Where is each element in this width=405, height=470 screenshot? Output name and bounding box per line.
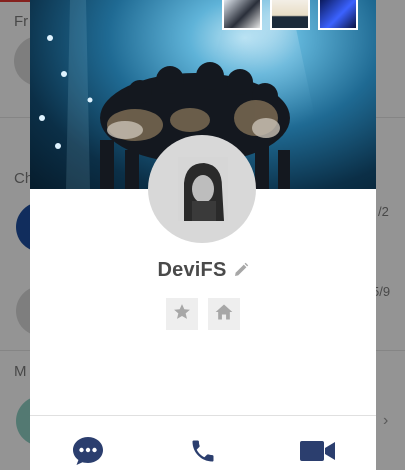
gallery-thumbnail[interactable] — [222, 0, 262, 30]
profile-card: DeviFS — [30, 0, 376, 470]
profile-name: DeviFS — [157, 258, 227, 281]
divider — [30, 415, 376, 416]
video-camera-icon — [300, 439, 336, 468]
gallery-thumbnail[interactable] — [318, 0, 358, 30]
video-call-button[interactable] — [300, 436, 336, 470]
chat-button[interactable] — [71, 436, 105, 470]
profile-name-row: DeviFS — [30, 256, 376, 284]
star-icon — [172, 302, 192, 327]
chat-bubble-icon — [72, 436, 104, 470]
pencil-icon[interactable] — [233, 262, 249, 278]
portrait-image — [178, 157, 228, 221]
favorite-button[interactable] — [166, 298, 198, 330]
profile-avatar[interactable] — [148, 135, 256, 243]
phone-icon — [189, 437, 217, 470]
call-button[interactable] — [186, 436, 220, 470]
profile-photo — [178, 157, 228, 221]
home-button[interactable] — [208, 298, 240, 330]
gallery-thumbnail[interactable] — [270, 0, 310, 30]
home-icon — [214, 302, 234, 327]
